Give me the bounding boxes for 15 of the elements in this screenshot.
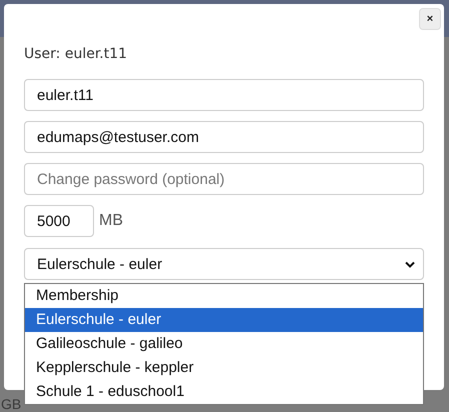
page-text: GB	[1, 396, 22, 412]
dropdown-option[interactable]: Schule 1 - eduschool1	[25, 380, 423, 404]
close-button[interactable]: ×	[419, 8, 441, 30]
membership-select[interactable]: Eulerschule - euler	[24, 248, 424, 280]
dropdown-option[interactable]: Eulerschule - euler	[25, 308, 423, 332]
input-field[interactable]: euler.t11	[24, 79, 424, 111]
dropdown-option[interactable]: Kepplerschule - keppler	[25, 356, 423, 380]
dropdown-option[interactable]: Galileoschule - galileo	[25, 332, 423, 356]
quota-field[interactable]: 5000	[24, 205, 94, 237]
chevron-icon	[405, 260, 415, 268]
dialog-title: User: euler.t11	[24, 46, 128, 62]
unit-label: MB	[99, 212, 123, 230]
dropdown-option[interactable]: Membership	[25, 284, 423, 308]
input-field[interactable]: edumaps@testuser.com	[24, 121, 424, 153]
input-field[interactable]: Change password (optional)	[24, 163, 424, 195]
